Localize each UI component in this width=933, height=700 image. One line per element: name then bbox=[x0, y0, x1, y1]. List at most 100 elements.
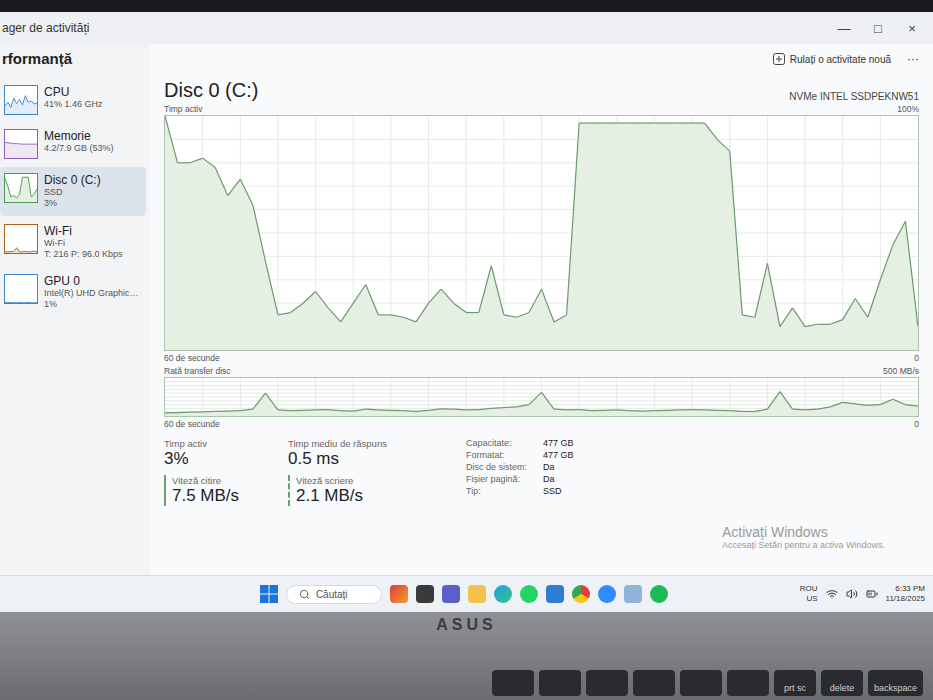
active-time-chart-frame bbox=[164, 115, 919, 351]
keyboard-key[interactable] bbox=[539, 670, 581, 696]
chart-segment bbox=[253, 205, 266, 261]
sidebar-item[interactable]: GPU 0Intel(R) UHD Graphic…1% bbox=[0, 268, 146, 317]
chart-area bbox=[165, 392, 918, 416]
sidebar-item-name: GPU 0 bbox=[44, 274, 139, 288]
keyboard-key[interactable] bbox=[492, 670, 534, 696]
taskbar-apps: Căutați bbox=[8, 585, 800, 604]
chart-segment bbox=[554, 315, 567, 322]
more-button[interactable]: ··· bbox=[907, 52, 919, 66]
chart-segment bbox=[880, 399, 893, 404]
search-icon bbox=[299, 589, 310, 600]
sidebar-item-detail: 1% bbox=[44, 299, 139, 310]
chart-segment bbox=[680, 409, 693, 411]
thumbnail-graph-icon bbox=[4, 274, 38, 304]
clock[interactable]: 6:33 PM11/18/2025 bbox=[886, 584, 925, 603]
chart-segment bbox=[429, 289, 442, 303]
run-task-button[interactable]: Rulați o activitate nouă bbox=[773, 53, 891, 65]
chart-segment bbox=[617, 122, 630, 123]
window-title: ager de activități bbox=[2, 21, 827, 35]
store-app-icon[interactable] bbox=[546, 585, 564, 603]
grid-line bbox=[165, 385, 918, 386]
chart-segment bbox=[843, 402, 856, 404]
transfer-chart-frame bbox=[164, 377, 919, 417]
property-label: Capacitate: bbox=[466, 438, 527, 448]
chart-segment bbox=[579, 122, 592, 123]
chart-segment bbox=[366, 409, 379, 411]
chart-segment bbox=[542, 392, 555, 409]
search-box[interactable]: Căutați bbox=[286, 585, 382, 604]
chart-segment bbox=[579, 410, 592, 411]
sidebar-item[interactable]: Disc 0 (C:)SSD3% bbox=[0, 167, 146, 216]
chart-segment bbox=[705, 409, 718, 411]
chart-segment bbox=[378, 409, 391, 411]
sidebar-item-name: Memorie bbox=[44, 129, 114, 143]
window-control[interactable]: — bbox=[827, 21, 861, 36]
sidebar-item[interactable]: CPU41% 1.46 GHz bbox=[0, 79, 146, 121]
grid-line bbox=[165, 186, 918, 187]
window-control[interactable]: □ bbox=[861, 21, 895, 36]
edge-app-icon[interactable] bbox=[494, 585, 512, 603]
chart-segment bbox=[316, 292, 329, 308]
teams-app-icon[interactable] bbox=[442, 585, 460, 603]
chart-segment bbox=[228, 179, 241, 195]
chart-segment bbox=[629, 410, 642, 412]
sidebar-item-name: CPU bbox=[44, 85, 103, 99]
chart-segment bbox=[303, 292, 316, 304]
battery-icon[interactable] bbox=[866, 588, 878, 600]
keyboard-key[interactable] bbox=[586, 670, 628, 696]
sidebar-item[interactable]: Wi-FiWi-FiT: 216 P: 96.0 Kbps bbox=[0, 218, 146, 267]
chart-segment bbox=[328, 308, 341, 322]
chart-segment bbox=[692, 122, 705, 123]
chart-segment bbox=[190, 158, 203, 163]
sidebar-item[interactable]: Memorie4.2/7.9 GB (53%) bbox=[0, 123, 146, 165]
chart-app-icon[interactable] bbox=[624, 585, 642, 603]
thumbnail-graph-icon bbox=[4, 173, 38, 203]
grid-line bbox=[165, 381, 918, 382]
zoom-app-icon[interactable] bbox=[598, 585, 616, 603]
folder-app-icon[interactable] bbox=[468, 585, 486, 603]
keyboard-key[interactable] bbox=[727, 670, 769, 696]
chart-segment bbox=[642, 410, 655, 412]
sidebar: rformanțăCPU41% 1.46 GHzMemorie4.2/7.9 G… bbox=[0, 44, 150, 575]
chart-segment bbox=[567, 123, 580, 315]
windows-logo-icon[interactable] bbox=[260, 585, 278, 603]
keyboard-key[interactable] bbox=[680, 670, 722, 696]
chart-segment bbox=[893, 399, 906, 404]
chart-segment bbox=[692, 409, 705, 411]
chart-segment bbox=[291, 410, 304, 412]
main-panel: Rulați o activitate nouă···Disc 0 (C:)NV… bbox=[150, 44, 933, 575]
active-time-chart bbox=[165, 116, 918, 350]
grid-line bbox=[165, 162, 918, 163]
chart-segment bbox=[629, 122, 642, 123]
language-indicator[interactable]: ROUUS bbox=[800, 584, 818, 603]
chart-segment bbox=[542, 289, 555, 322]
whatsapp-app-icon[interactable] bbox=[520, 585, 538, 603]
files-app-icon[interactable] bbox=[416, 585, 434, 603]
keyboard-key[interactable]: delete bbox=[821, 670, 863, 696]
chart-segment bbox=[617, 409, 630, 411]
wifi-icon[interactable] bbox=[826, 588, 838, 600]
property-value: Da bbox=[543, 474, 574, 484]
chart-segment bbox=[516, 405, 529, 407]
chart-segment bbox=[893, 221, 906, 244]
window-control[interactable]: × bbox=[895, 21, 929, 36]
keyboard-key[interactable] bbox=[633, 670, 675, 696]
volume-icon[interactable] bbox=[846, 588, 858, 600]
chart-footer: 60 de secunde0 bbox=[164, 351, 919, 364]
chart-segment bbox=[416, 410, 429, 411]
spotify-app-icon[interactable] bbox=[650, 585, 668, 603]
chart-segment bbox=[504, 315, 517, 317]
chart-segment bbox=[391, 410, 404, 412]
chart-segment bbox=[680, 122, 693, 123]
game-app-icon[interactable] bbox=[390, 585, 408, 603]
chrome-app-icon[interactable] bbox=[572, 585, 590, 603]
transfer-chart bbox=[165, 378, 918, 416]
chart-segment bbox=[341, 410, 354, 412]
chart-segment bbox=[767, 263, 780, 326]
chart-segment bbox=[353, 284, 366, 303]
keyboard-key[interactable]: backspace bbox=[868, 670, 923, 696]
screen-bezel bbox=[0, 0, 933, 12]
keyboard-key[interactable]: prt sc bbox=[774, 670, 816, 696]
chart-area bbox=[165, 116, 918, 350]
chart-segment bbox=[755, 409, 768, 411]
